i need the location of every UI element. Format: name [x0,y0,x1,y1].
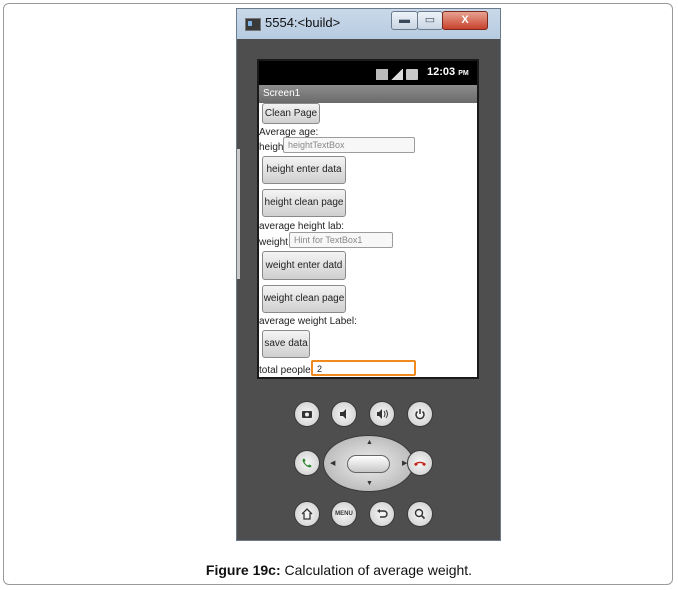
data-icon [376,69,388,80]
phone-body: 12:03 PM Screen1 Clean Page Average age:… [237,39,500,540]
emulator-app-icon [245,18,261,31]
weight-enter-data-button[interactable]: weight enter datd [262,251,346,280]
back-icon [377,509,388,518]
end-call-button[interactable] [407,450,433,476]
average-weight-label: average weight Label: [259,316,357,327]
status-clock: 12:03 PM [427,66,469,78]
app-title: Screen1 [259,85,477,103]
volume-up-button[interactable] [369,401,395,427]
height-textbox[interactable]: heightTextBox [283,137,415,153]
call-button[interactable] [294,450,320,476]
menu-icon: MENU [335,511,353,517]
battery-icon [406,69,418,80]
save-data-button[interactable]: save data [262,330,310,358]
weight-label: weight [259,237,288,248]
emulator-window: 5554:<build> ▬ ▭ X 12:03 PM Screen1 Clea… [236,8,501,541]
back-button[interactable] [369,501,395,527]
clock-time: 12:03 [427,66,456,78]
minimize-button[interactable]: ▬ [391,11,418,30]
window-titlebar[interactable]: 5554:<build> ▬ ▭ X [237,9,500,39]
end-call-icon [414,461,426,466]
volume-up-icon [377,409,388,419]
dpad[interactable]: ▲ ▼ ◀ ▶ [323,435,414,492]
height-enter-data-button[interactable]: height enter data [262,156,346,184]
average-height-label: average height lab: [259,221,345,232]
volume-down-icon [340,409,346,419]
menu-button[interactable]: MENU [331,501,357,527]
camera-icon [302,411,312,418]
power-button[interactable] [407,401,433,427]
hardware-keypad: ▲ ▼ ◀ ▶ MENU [237,394,500,540]
dpad-down-icon[interactable]: ▼ [366,480,373,487]
call-icon [302,458,312,468]
dpad-up-icon[interactable]: ▲ [366,439,373,446]
camera-button[interactable] [294,401,320,427]
weight-textbox[interactable]: Hint for TextBox1 [289,232,393,248]
maximize-button[interactable]: ▭ [417,11,443,30]
app-content: Clean Page Average age: height heightTex… [259,103,477,377]
status-bar: 12:03 PM [259,61,477,85]
status-icons [376,67,421,85]
signal-icon [391,69,403,80]
dpad-left-icon[interactable]: ◀ [330,459,335,467]
device-screen: 12:03 PM Screen1 Clean Page Average age:… [257,59,479,379]
phone-edge-highlight [237,149,240,279]
home-button[interactable] [294,501,320,527]
dpad-center-button[interactable] [347,455,390,473]
total-people-textbox[interactable]: 2 [311,360,416,376]
close-button[interactable]: X [442,11,488,30]
total-people-label: total people [259,365,311,376]
home-icon [301,508,313,520]
caption-text: Calculation of average weight. [284,562,473,578]
figure-caption: Figure 19c: Calculation of average weigh… [0,562,678,578]
window-title: 5554:<build> [265,15,341,30]
search-button[interactable] [407,501,433,527]
power-icon [415,409,425,420]
volume-down-button[interactable] [331,401,357,427]
search-icon [414,508,426,520]
weight-clean-page-button[interactable]: weight clean page [262,285,346,313]
height-clean-page-button[interactable]: height clean page [262,189,346,217]
caption-prefix: Figure 19c: [205,562,281,578]
clock-ampm: PM [458,70,469,77]
clean-page-button[interactable]: Clean Page [262,103,320,124]
